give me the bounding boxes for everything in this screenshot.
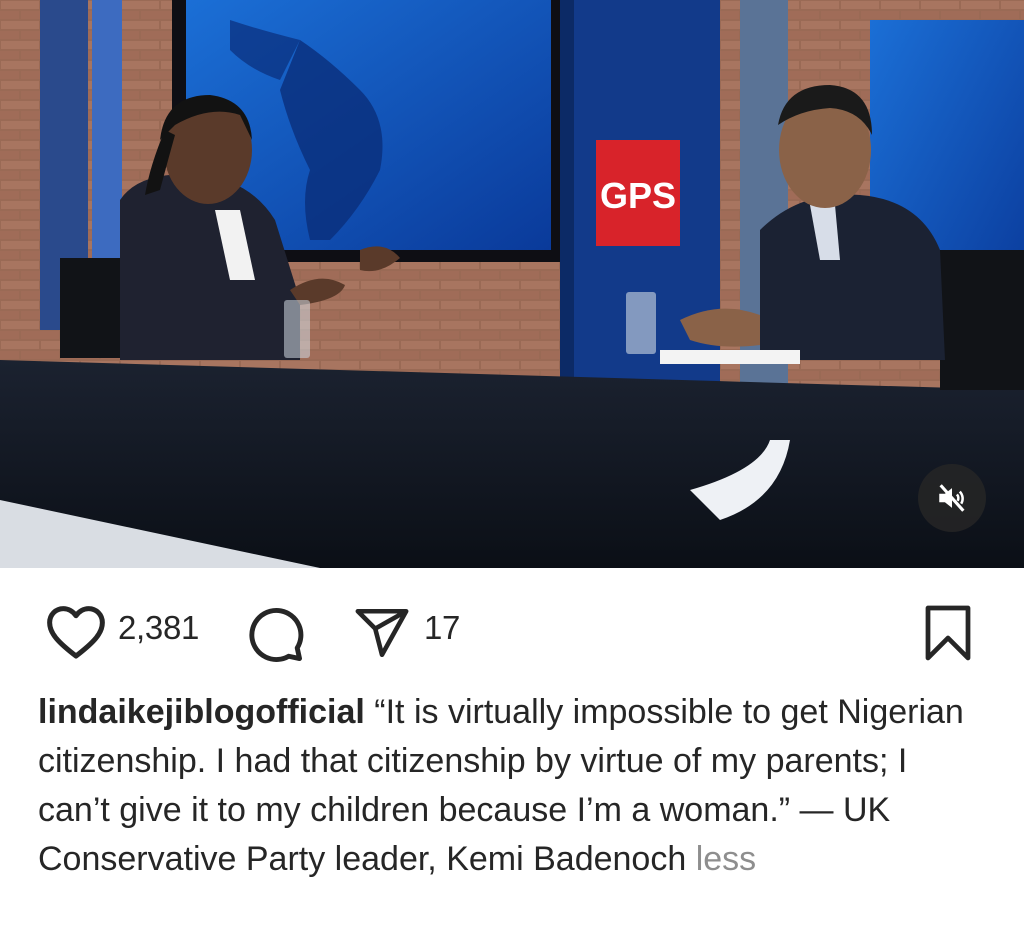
- comment-bubble-icon: [249, 608, 304, 662]
- bookmark-icon: [925, 605, 971, 661]
- like-button[interactable]: [44, 602, 108, 665]
- post-video[interactable]: GPS: [0, 0, 1024, 568]
- share-count: 17: [424, 609, 461, 646]
- caption-less-toggle[interactable]: less: [696, 840, 756, 878]
- save-button[interactable]: [918, 602, 978, 669]
- gps-logo: GPS: [600, 175, 676, 216]
- speaker-muted-icon: [939, 484, 965, 512]
- like-count[interactable]: 2,381: [118, 609, 199, 647]
- mute-toggle-button[interactable]: [918, 464, 986, 532]
- comment-button[interactable]: [244, 603, 306, 670]
- post-caption: lindaikejiblogofficial “It is virtually …: [38, 688, 988, 884]
- paper-plane-icon: [355, 608, 409, 658]
- heart-icon: [47, 606, 105, 659]
- video-frame: GPS: [0, 0, 1024, 568]
- caption-username[interactable]: lindaikejiblogofficial: [38, 693, 365, 731]
- post-actions-bar: 2,381 17: [0, 568, 1024, 688]
- share-button[interactable]: [352, 604, 412, 667]
